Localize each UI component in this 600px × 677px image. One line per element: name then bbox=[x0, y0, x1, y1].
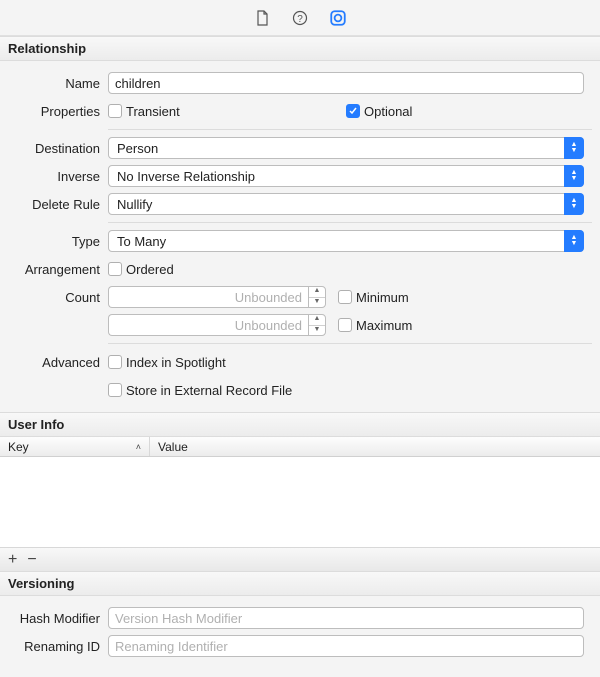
hash-modifier-label: Hash Modifier bbox=[0, 611, 108, 626]
remove-button[interactable]: − bbox=[27, 552, 36, 568]
transient-label: Transient bbox=[126, 104, 180, 119]
destination-value: Person bbox=[117, 141, 158, 156]
ordered-label: Ordered bbox=[126, 262, 174, 277]
chevron-updown-icon: ▲▼ bbox=[564, 137, 584, 159]
index-spotlight-label: Index in Spotlight bbox=[126, 355, 226, 370]
help-icon[interactable]: ? bbox=[291, 9, 309, 27]
sort-asc-icon: ˄ bbox=[136, 442, 149, 452]
step-down-icon[interactable]: ▼ bbox=[309, 326, 325, 336]
index-spotlight-checkbox[interactable] bbox=[108, 355, 122, 369]
versioning-header: Versioning bbox=[0, 571, 600, 596]
add-button[interactable]: + bbox=[8, 552, 17, 568]
hash-modifier-field[interactable] bbox=[108, 607, 584, 629]
renaming-id-field[interactable] bbox=[108, 635, 584, 657]
userinfo-table[interactable] bbox=[0, 457, 600, 547]
relationship-header: Relationship bbox=[0, 36, 600, 61]
divider bbox=[108, 343, 592, 344]
userinfo-buttons: + − bbox=[0, 547, 600, 571]
store-external-label: Store in External Record File bbox=[126, 383, 292, 398]
minimum-label: Minimum bbox=[356, 290, 409, 305]
divider bbox=[108, 129, 592, 130]
userinfo-header: User Info bbox=[0, 412, 600, 437]
count-min-input[interactable] bbox=[108, 286, 308, 308]
step-up-icon[interactable]: ▲ bbox=[309, 287, 325, 298]
optional-label: Optional bbox=[364, 104, 412, 119]
store-external-checkbox[interactable] bbox=[108, 383, 122, 397]
destination-label: Destination bbox=[0, 141, 108, 156]
minimum-checkbox[interactable] bbox=[338, 290, 352, 304]
chevron-updown-icon: ▲▼ bbox=[564, 230, 584, 252]
delete-rule-label: Delete Rule bbox=[0, 197, 108, 212]
inverse-value: No Inverse Relationship bbox=[117, 169, 255, 184]
destination-select[interactable]: Person ▲▼ bbox=[108, 137, 584, 159]
key-header-label: Key bbox=[8, 440, 29, 454]
transient-checkbox[interactable] bbox=[108, 104, 122, 118]
renaming-id-label: Renaming ID bbox=[0, 639, 108, 654]
name-field[interactable] bbox=[108, 72, 584, 94]
inverse-label: Inverse bbox=[0, 169, 108, 184]
file-icon[interactable] bbox=[253, 9, 271, 27]
maximum-checkbox[interactable] bbox=[338, 318, 352, 332]
advanced-label: Advanced bbox=[0, 355, 108, 370]
step-up-icon[interactable]: ▲ bbox=[309, 315, 325, 326]
type-label: Type bbox=[0, 234, 108, 249]
maximum-label: Maximum bbox=[356, 318, 412, 333]
count-min-stepper[interactable]: ▲▼ bbox=[108, 286, 326, 308]
step-down-icon[interactable]: ▼ bbox=[309, 298, 325, 308]
arrangement-label: Arrangement bbox=[0, 262, 108, 277]
value-column-header[interactable]: Value bbox=[150, 440, 600, 454]
inverse-select[interactable]: No Inverse Relationship ▲▼ bbox=[108, 165, 584, 187]
divider bbox=[108, 222, 592, 223]
name-label: Name bbox=[0, 76, 108, 91]
ordered-checkbox[interactable] bbox=[108, 262, 122, 276]
delete-rule-select[interactable]: Nullify ▲▼ bbox=[108, 193, 584, 215]
userinfo-columns: Key ˄ Value bbox=[0, 437, 600, 457]
optional-checkbox[interactable] bbox=[346, 104, 360, 118]
inspector-icon[interactable] bbox=[329, 9, 347, 27]
key-column-header[interactable]: Key ˄ bbox=[0, 437, 150, 456]
count-max-input[interactable] bbox=[108, 314, 308, 336]
properties-label: Properties bbox=[0, 104, 108, 119]
count-max-stepper[interactable]: ▲▼ bbox=[108, 314, 326, 336]
inspector-toolbar: ? bbox=[0, 0, 600, 36]
type-value: To Many bbox=[117, 234, 166, 249]
chevron-updown-icon: ▲▼ bbox=[564, 165, 584, 187]
count-label: Count bbox=[0, 290, 108, 305]
chevron-updown-icon: ▲▼ bbox=[564, 193, 584, 215]
type-select[interactable]: To Many ▲▼ bbox=[108, 230, 584, 252]
delete-rule-value: Nullify bbox=[117, 197, 152, 212]
svg-text:?: ? bbox=[297, 14, 303, 25]
